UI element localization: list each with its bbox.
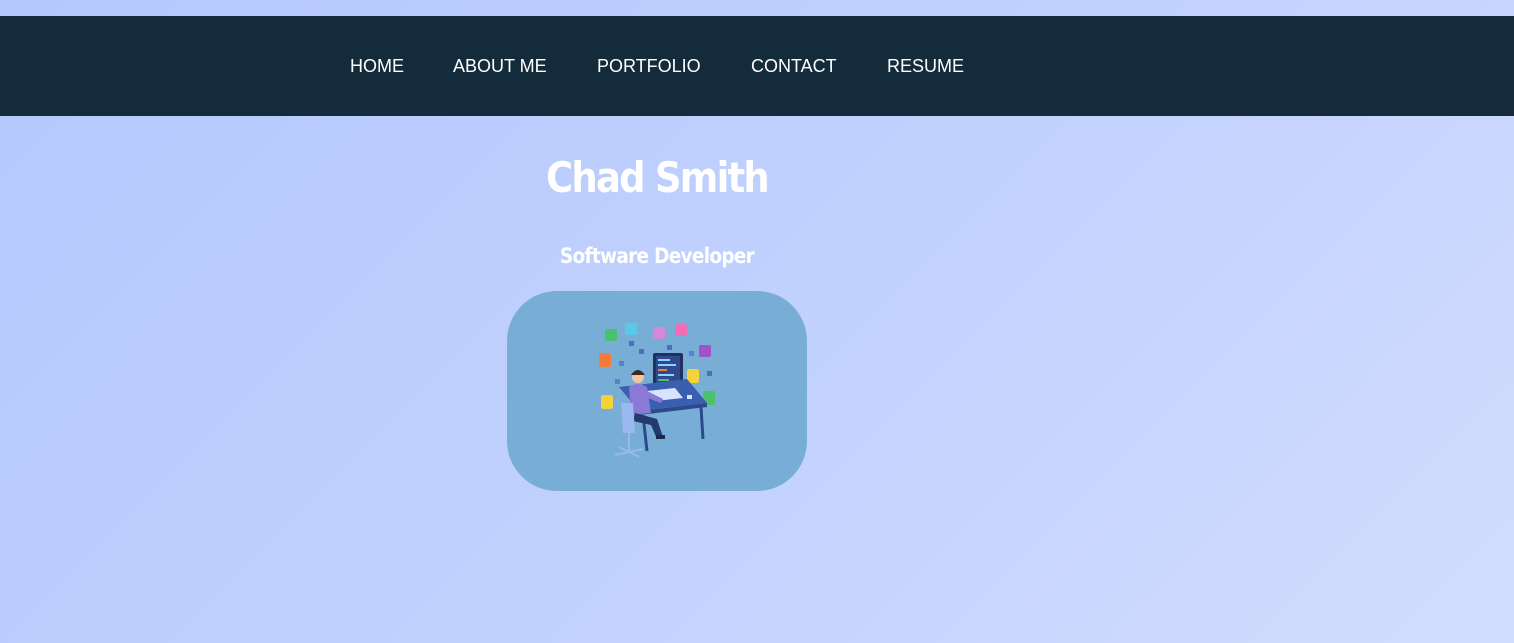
developer-at-desk-illustration-icon	[599, 323, 715, 458]
nav-about-me-link[interactable]: ABOUT ME	[453, 56, 547, 76]
nav-home-link[interactable]: HOME	[350, 56, 404, 76]
hero-name: Chad Smith	[546, 153, 770, 202]
developer-illustration-card	[507, 291, 807, 491]
nav-contact-link[interactable]: CONTACT	[751, 56, 837, 76]
nav-portfolio-link[interactable]: PORTFOLIO	[597, 56, 701, 76]
hero-role: Software Developer	[559, 244, 755, 268]
nav-resume-link[interactable]: RESUME	[887, 56, 964, 76]
